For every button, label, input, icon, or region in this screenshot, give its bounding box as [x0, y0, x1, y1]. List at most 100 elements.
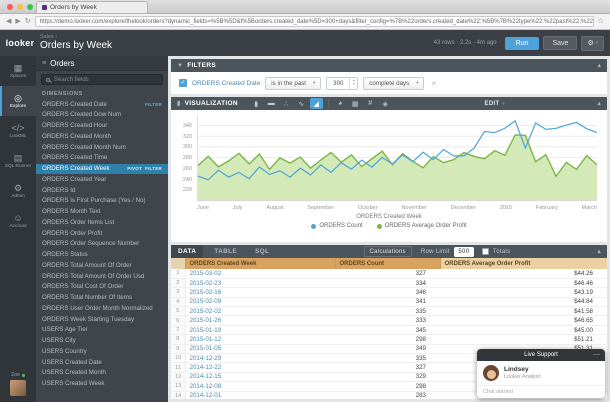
cell-created-week[interactable]: 2015-01-19 — [185, 325, 335, 334]
field-item[interactable]: ORDERS Total Number Of Items — [36, 293, 168, 304]
column-header-avg-profit[interactable]: ORDERS Average Order Profit — [440, 258, 607, 269]
browser-tab[interactable]: Orders by Week — [36, 1, 148, 13]
field-item[interactable]: USERS Created Date — [36, 357, 168, 368]
reload-icon[interactable]: ↻ — [25, 18, 31, 25]
hamburger-menu-icon[interactable]: ≡ — [42, 60, 46, 67]
field-item[interactable]: ORDERS Total Amount Of Order — [36, 260, 168, 271]
field-item[interactable]: ORDERS Created WeekPIVOTFILTER — [36, 164, 168, 175]
cell-created-week[interactable]: 2015-01-12 — [185, 335, 335, 344]
sidebar-item-spaces[interactable]: ▦Spaces — [0, 56, 36, 86]
column-header-count[interactable]: ORDERS Count — [335, 258, 440, 269]
cell-created-week[interactable]: 2015-02-23 — [185, 278, 335, 287]
field-item[interactable]: ORDERS Created Hour — [36, 121, 168, 132]
filter-badge[interactable]: FILTER — [145, 166, 162, 172]
gear-menu-button[interactable]: ⚙▾ — [581, 36, 604, 51]
tab-data[interactable]: DATA — [171, 245, 203, 258]
field-item[interactable]: ORDERS Status — [36, 250, 168, 261]
field-item[interactable]: ORDERS Week Starting Tuesday — [36, 314, 168, 325]
dimensions-section-header[interactable]: DIMENSIONS — [36, 88, 168, 99]
cell-created-week[interactable]: 2015-02-16 — [185, 288, 335, 297]
field-item[interactable]: USERS Age Tier — [36, 325, 168, 336]
single-value-chart-icon[interactable]: # — [364, 98, 377, 109]
visualization-header[interactable]: ▮ VISUALIZATION ▮▬∴∿◢◕▦#◈ EDIT▾ ▴ — [171, 97, 607, 110]
cell-created-week[interactable]: 2015-01-05 — [185, 344, 335, 353]
collapse-chevron-icon[interactable]: ▴ — [598, 248, 601, 255]
field-item[interactable]: USERS Created Week — [36, 379, 168, 390]
field-item[interactable]: ORDERS Order Profit — [36, 228, 168, 239]
field-item[interactable]: ORDERS Total Amount Of Order Usd — [36, 271, 168, 282]
filter-operator-select[interactable]: is in the past▾ — [265, 77, 321, 90]
sidebar-item-admin[interactable]: ⚙Admin — [0, 176, 36, 206]
field-item[interactable]: ORDERS Created Year — [36, 174, 168, 185]
bar-chart-icon[interactable]: ▬ — [265, 98, 278, 109]
cell-created-week[interactable]: 2015-02-09 — [185, 297, 335, 306]
legend-item[interactable]: ORDERS Average Order Profit — [377, 223, 467, 229]
sidebar-item-sql-runner[interactable]: ▤SQL Runner — [0, 146, 36, 176]
totals-checkbox[interactable] — [482, 248, 489, 255]
filter-unit-select[interactable]: complete days▾ — [363, 77, 424, 90]
maximize-window-icon[interactable] — [27, 4, 33, 10]
collapse-chevron-icon[interactable]: ▴ — [598, 100, 601, 107]
cell-created-week[interactable]: 2014-12-22 — [185, 363, 335, 372]
cell-created-week[interactable]: 2015-01-26 — [185, 316, 335, 325]
legend-item[interactable]: ORDERS Count — [311, 223, 362, 229]
field-item[interactable]: ORDERS Created Month Num — [36, 142, 168, 153]
looker-logo[interactable]: looker — [0, 38, 40, 48]
collapse-chevron-icon[interactable]: ▴ — [598, 62, 601, 69]
forward-icon[interactable]: ▶ — [15, 18, 20, 25]
filter-enabled-checkbox[interactable]: ✓ — [179, 79, 187, 87]
field-item[interactable]: ORDERS User Order Month Normalized — [36, 303, 168, 314]
sidebar-user[interactable]: Zoe — [0, 372, 36, 402]
column-chart-icon[interactable]: ▮ — [250, 98, 263, 109]
pie-chart-icon[interactable]: ◕ — [334, 98, 347, 109]
map-chart-icon[interactable]: ◈ — [379, 98, 392, 109]
area-chart-icon[interactable]: ◢ — [310, 98, 323, 109]
close-window-icon[interactable] — [7, 4, 13, 10]
cell-created-week[interactable]: 2014-12-08 — [185, 382, 335, 391]
cell-created-week[interactable]: 2014-12-29 — [185, 354, 335, 363]
remove-filter-icon[interactable]: × — [431, 79, 436, 88]
column-header-created-week[interactable]: ORDERS Created Week — [185, 258, 335, 269]
plot[interactable] — [197, 115, 597, 201]
sidebar-item-account[interactable]: ☺Account — [0, 206, 36, 236]
sidebar-item-explore[interactable]: ◎Explore — [0, 86, 36, 116]
tab-table[interactable]: TABLE — [207, 245, 244, 258]
save-button[interactable]: Save — [543, 36, 577, 50]
field-item[interactable]: USERS Created Month — [36, 368, 168, 379]
cell-created-week[interactable]: 2014-12-01 — [185, 391, 335, 399]
tab-sql[interactable]: SQL — [248, 245, 276, 258]
field-item[interactable]: ORDERS Order Items List — [36, 217, 168, 228]
field-item[interactable]: ORDERS Total Cost Of Order — [36, 282, 168, 293]
avatar[interactable] — [10, 380, 26, 396]
viz-edit-button[interactable]: EDIT▾ — [485, 101, 505, 107]
table-chart-icon[interactable]: ▦ — [349, 98, 362, 109]
search-input[interactable]: Search fields — [41, 74, 163, 85]
bookmark-star-icon[interactable]: ☆ — [598, 18, 604, 25]
field-item[interactable]: ORDERS Order Sequence Number — [36, 239, 168, 250]
field-item[interactable]: USERS City — [36, 336, 168, 347]
row-limit-input[interactable]: 500 — [454, 247, 474, 257]
filter-badge[interactable]: FILTER — [145, 102, 162, 108]
pivot-badge[interactable]: PIVOT — [127, 166, 142, 172]
field-item[interactable]: ORDERS Month Text — [36, 207, 168, 218]
calculations-button[interactable]: Calculations — [364, 246, 412, 257]
sidebar-item-lookml[interactable]: </>LookML — [0, 116, 36, 146]
cell-created-week[interactable]: 2015-03-02 — [185, 269, 335, 278]
filters-header[interactable]: ▼ FILTERS ▴ — [171, 59, 607, 72]
field-item[interactable]: USERS Country — [36, 346, 168, 357]
cell-created-week[interactable]: 2014-12-15 — [185, 372, 335, 381]
minimize-chat-icon[interactable]: — — [593, 349, 600, 361]
run-button[interactable]: Run — [505, 37, 540, 50]
chat-header[interactable]: Live Support — — [477, 349, 605, 361]
field-item[interactable]: ORDERS Created Time — [36, 153, 168, 164]
line-chart-icon[interactable]: ∿ — [295, 98, 308, 109]
filter-field-label[interactable]: ORDERS Created Date — [192, 80, 260, 87]
field-item[interactable]: ORDERS Created Dow Num — [36, 110, 168, 121]
cell-created-week[interactable]: 2015-02-02 — [185, 307, 335, 316]
back-icon[interactable]: ◀ — [6, 18, 11, 25]
field-item[interactable]: ORDERS Created Month — [36, 131, 168, 142]
scatter-chart-icon[interactable]: ∴ — [280, 98, 293, 109]
step-down-icon[interactable]: ▾ — [353, 83, 355, 87]
filter-value-input[interactable]: 300 ▴▾ — [326, 77, 358, 90]
field-item[interactable]: ORDERS Id — [36, 185, 168, 196]
